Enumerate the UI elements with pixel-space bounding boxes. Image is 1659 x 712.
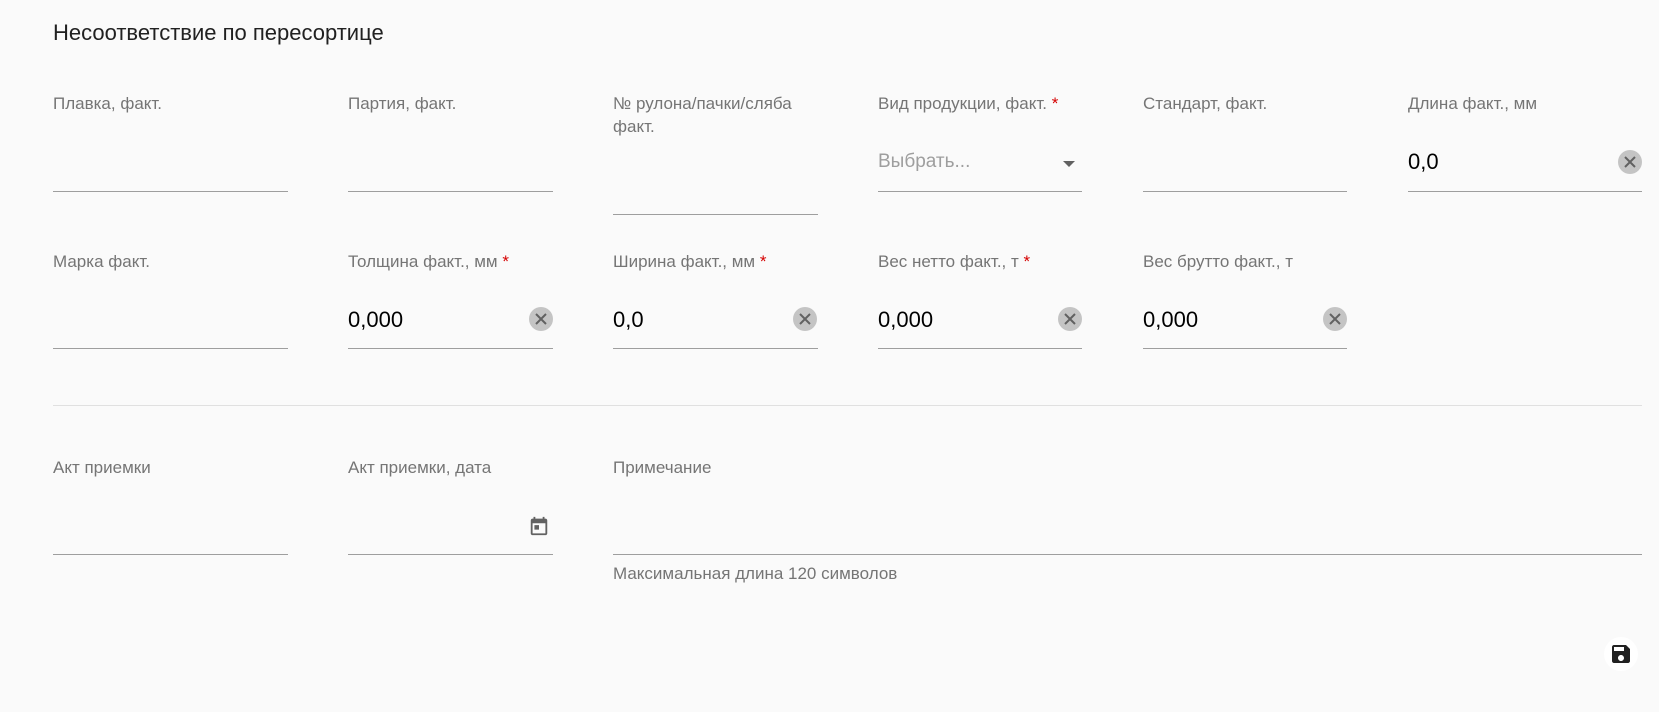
grade-underline	[53, 348, 288, 349]
width-label: Ширина факт., мм *	[613, 250, 766, 273]
note-field[interactable]: Примечание	[613, 456, 1642, 556]
product-type-underline	[878, 191, 1082, 192]
melt-underline	[53, 191, 288, 192]
product-type-label: Вид продукции, факт. *	[878, 92, 1058, 115]
length-underline	[1408, 191, 1642, 192]
length-field[interactable]: Длина факт., мм 0,0	[1408, 92, 1642, 192]
required-mark: *	[502, 252, 509, 271]
net-weight-input[interactable]: 0,000	[878, 306, 933, 334]
acceptance-date-underline	[348, 554, 553, 555]
length-input[interactable]: 0,0	[1408, 148, 1439, 176]
batch-field[interactable]: Партия, факт.	[348, 92, 553, 192]
required-mark: *	[1051, 94, 1059, 113]
close-icon	[1064, 313, 1076, 325]
acceptance-act-label: Акт приемки	[53, 458, 151, 477]
melt-field[interactable]: Плавка, факт.	[53, 92, 288, 192]
standard-underline	[1143, 191, 1347, 192]
grade-label: Марка факт.	[53, 252, 150, 271]
note-hint: Максимальная длина 120 символов	[613, 564, 898, 583]
gross-weight-underline	[1143, 348, 1347, 349]
note-label: Примечание	[613, 458, 712, 477]
form-title: Несоответствие по пересортице	[53, 20, 384, 45]
close-icon	[1329, 313, 1341, 325]
acceptance-date-label: Акт приемки, дата	[348, 458, 492, 477]
close-icon	[1624, 156, 1636, 168]
width-clear-button[interactable]	[793, 307, 817, 331]
product-type-field[interactable]: Вид продукции, факт. * Выбрать...	[878, 92, 1082, 192]
product-type-select[interactable]: Выбрать...	[878, 149, 970, 175]
grade-field[interactable]: Марка факт.	[53, 250, 288, 350]
length-label: Длина факт., мм	[1408, 94, 1538, 113]
section-divider	[53, 405, 1642, 406]
net-weight-label-text: Вес нетто факт., т	[878, 252, 1019, 271]
thickness-clear-button[interactable]	[529, 307, 553, 331]
gross-weight-label: Вес брутто факт., т	[1143, 252, 1294, 271]
net-weight-label: Вес нетто факт., т *	[878, 250, 1030, 273]
net-weight-clear-button[interactable]	[1058, 307, 1082, 331]
gross-weight-clear-button[interactable]	[1323, 307, 1347, 331]
chevron-down-icon[interactable]	[1063, 161, 1075, 167]
standard-label: Стандарт, факт.	[1143, 94, 1268, 113]
acceptance-date-field[interactable]: Акт приемки, дата	[348, 456, 553, 556]
calendar-icon[interactable]	[527, 514, 551, 538]
width-input[interactable]: 0,0	[613, 306, 644, 334]
save-button[interactable]	[1604, 637, 1638, 671]
coil-number-field[interactable]: № рулона/пачки/сляба факт.	[613, 92, 818, 215]
acceptance-act-field[interactable]: Акт приемки	[53, 456, 288, 556]
acceptance-act-underline	[53, 554, 288, 555]
required-mark: *	[759, 252, 767, 271]
thickness-underline	[348, 348, 553, 349]
thickness-field[interactable]: Толщина факт., мм * 0,000	[348, 250, 553, 350]
required-mark: *	[1023, 252, 1031, 271]
thickness-input[interactable]: 0,000	[348, 306, 403, 334]
note-underline	[613, 554, 1642, 555]
close-icon	[799, 313, 811, 325]
standard-field[interactable]: Стандарт, факт.	[1143, 92, 1347, 192]
save-icon	[1612, 645, 1630, 663]
melt-label: Плавка, факт.	[53, 94, 163, 113]
coil-number-underline	[613, 214, 818, 215]
product-type-label-text: Вид продукции, факт.	[878, 94, 1047, 113]
batch-label: Партия, факт.	[348, 94, 457, 113]
width-field[interactable]: Ширина факт., мм * 0,0	[613, 250, 818, 350]
thickness-label: Толщина факт., мм *	[348, 250, 509, 273]
length-clear-button[interactable]	[1618, 150, 1642, 174]
net-weight-underline	[878, 348, 1082, 349]
width-label-text: Ширина факт., мм	[613, 252, 756, 271]
thickness-label-text: Толщина факт., мм	[348, 252, 498, 271]
net-weight-field[interactable]: Вес нетто факт., т * 0,000	[878, 250, 1082, 350]
gross-weight-field[interactable]: Вес брутто факт., т 0,000	[1143, 250, 1347, 350]
coil-number-label: № рулона/пачки/сляба факт.	[613, 94, 792, 136]
width-underline	[613, 348, 818, 349]
batch-underline	[348, 191, 553, 192]
close-icon	[535, 313, 547, 325]
gross-weight-input[interactable]: 0,000	[1143, 306, 1198, 334]
